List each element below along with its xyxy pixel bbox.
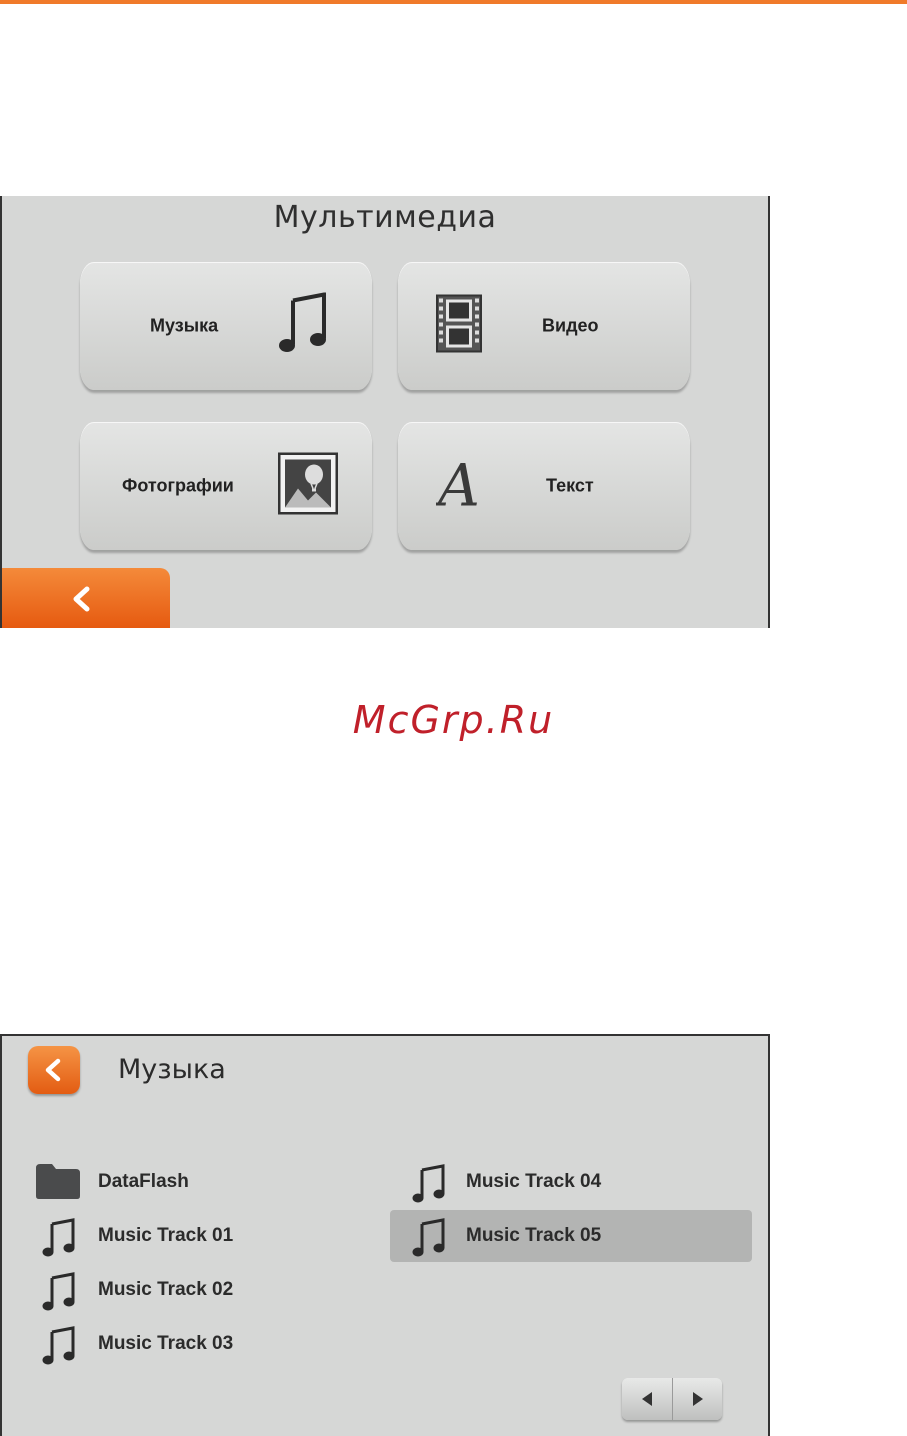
triangle-right-icon: [693, 1392, 703, 1406]
list-item-label: Music Track 05: [466, 1225, 602, 1246]
list-item-folder[interactable]: DataFlash: [30, 1156, 370, 1208]
photos-tile-button[interactable]: Фотографии: [80, 422, 372, 550]
chevron-left-icon: [73, 586, 90, 612]
back-button[interactable]: [28, 1046, 80, 1094]
music-tile-label: Музыка: [150, 315, 219, 336]
film-strip-icon: [436, 294, 482, 358]
chevron-left-icon: [45, 1058, 61, 1082]
top-rule: [0, 0, 907, 4]
list-item[interactable]: Music Track 01: [30, 1210, 370, 1262]
list-item[interactable]: Music Track 03: [30, 1318, 370, 1370]
list-item-label: Music Track 02: [98, 1279, 234, 1300]
text-tile-button[interactable]: A Текст: [398, 422, 690, 550]
music-note-icon: [42, 1326, 76, 1371]
video-tile-label: Видео: [542, 315, 599, 336]
music-note-icon: [42, 1218, 76, 1263]
music-note-icon: [412, 1164, 446, 1209]
letter-a-icon: A: [433, 452, 492, 520]
video-tile-button[interactable]: Видео: [398, 262, 690, 390]
back-button[interactable]: [2, 568, 170, 628]
list-item-label: DataFlash: [98, 1171, 189, 1192]
photos-tile-label: Фотографии: [122, 475, 234, 496]
multimedia-screen: Мультимедиа Музыка Видео Фотографии A Те…: [0, 196, 770, 628]
page-title: Мультимедиа: [273, 200, 497, 235]
triangle-left-icon: [642, 1392, 652, 1406]
page-title: Музыка: [118, 1054, 226, 1085]
folder-icon: [34, 1162, 82, 1205]
music-screen: Музыка DataFlash Music Track 01 Music Tr…: [0, 1034, 770, 1436]
music-tile-button[interactable]: Музыка: [80, 262, 372, 390]
photo-icon: [277, 452, 339, 520]
next-page-button[interactable]: [672, 1378, 723, 1420]
music-note-icon: [278, 292, 328, 360]
list-item[interactable]: Music Track 02: [30, 1264, 370, 1316]
list-item[interactable]: Music Track 04: [390, 1156, 752, 1208]
list-item-selected[interactable]: Music Track 05: [390, 1210, 752, 1262]
list-item-label: Music Track 03: [98, 1333, 234, 1354]
watermark-text: McGrp.Ru: [352, 698, 555, 742]
prev-page-button[interactable]: [622, 1378, 672, 1420]
list-item-label: Music Track 04: [466, 1171, 602, 1192]
music-note-icon: [42, 1272, 76, 1317]
pager: [622, 1378, 722, 1420]
music-note-icon: [412, 1218, 446, 1263]
text-tile-label: Текст: [546, 475, 594, 496]
list-item-label: Music Track 01: [98, 1225, 234, 1246]
svg-text:A: A: [436, 454, 480, 514]
